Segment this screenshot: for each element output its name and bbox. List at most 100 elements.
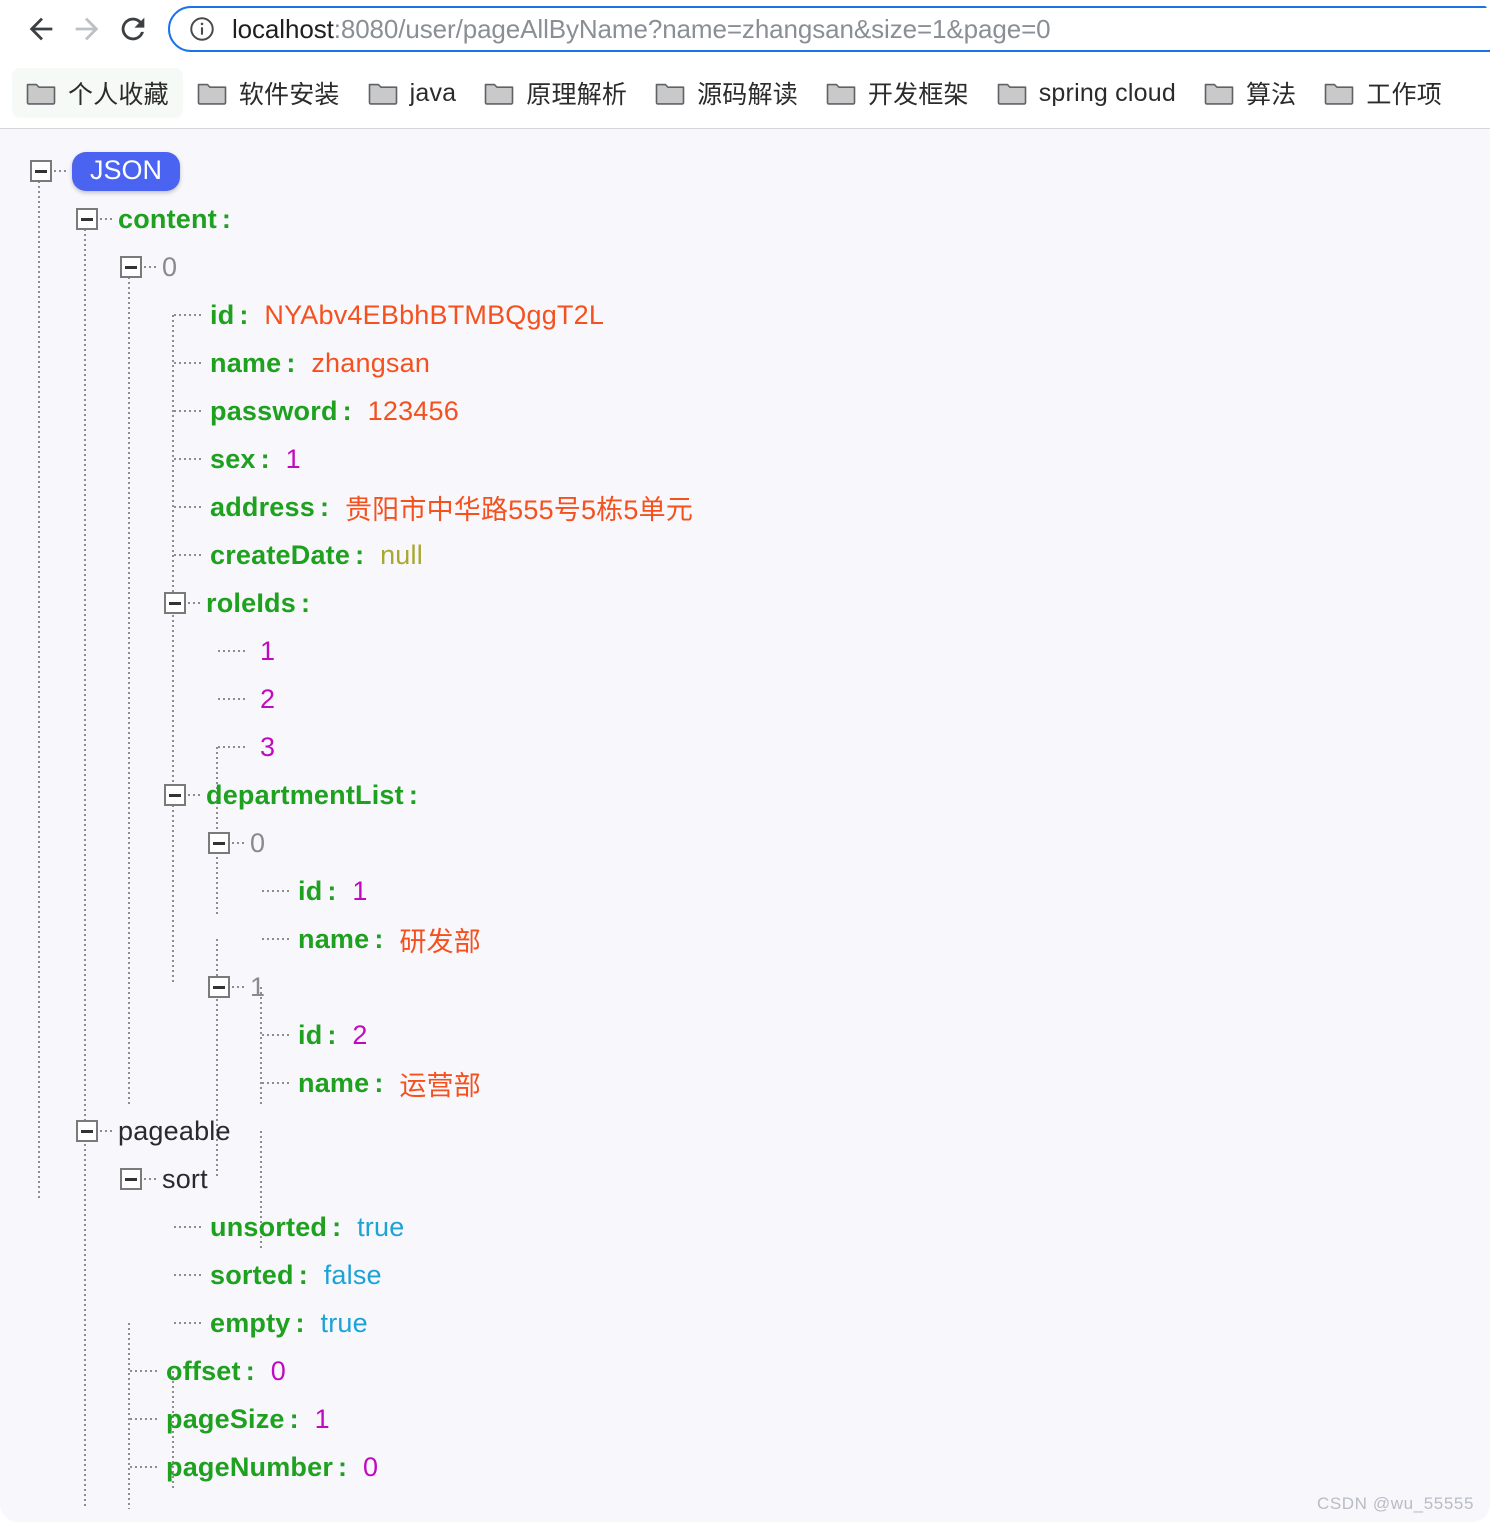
json-value-number: 2	[260, 684, 275, 715]
bookmark-item-6[interactable]: spring cloud	[983, 72, 1190, 115]
tree-row-department-0-name: name: 研发部	[0, 915, 1490, 963]
tree-row-name: name: zhangsan	[0, 339, 1490, 387]
json-value-boolean: true	[357, 1212, 404, 1243]
folder-icon	[197, 80, 227, 106]
tree-connector	[218, 698, 248, 700]
bookmark-item-7[interactable]: 算法	[1190, 68, 1310, 118]
json-value-null: null	[380, 540, 423, 571]
tree-row-departmentlist[interactable]: departmentList:	[0, 771, 1490, 819]
forward-button[interactable]	[64, 6, 110, 52]
json-value-number: 0	[363, 1452, 378, 1483]
json-value-string: 贵阳市中华路555号5栋5单元	[345, 488, 693, 527]
browser-window: localhost:8080/user/pageAllByName?name=z…	[0, 0, 1490, 1522]
tree-row-empty: empty: true	[0, 1299, 1490, 1347]
json-key: pageSize	[166, 1404, 285, 1435]
json-value-string: 123456	[368, 396, 459, 427]
key-colon: :	[290, 1404, 299, 1435]
json-key: sex	[210, 444, 256, 475]
bookmark-item-0[interactable]: 个人收藏	[12, 68, 183, 118]
collapse-toggle-root[interactable]	[30, 160, 52, 182]
folder-icon	[368, 80, 398, 106]
json-key: name	[210, 348, 281, 379]
json-key: id	[298, 876, 322, 907]
tree-connector	[144, 266, 158, 268]
tree-connector	[218, 746, 248, 748]
json-value-boolean: true	[321, 1308, 368, 1339]
back-arrow-icon	[24, 12, 58, 46]
collapse-toggle-sort[interactable]	[120, 1168, 142, 1190]
collapse-toggle-departmentlist[interactable]	[164, 784, 186, 806]
address-bar[interactable]: localhost:8080/user/pageAllByName?name=z…	[168, 6, 1490, 52]
tree-row-roleids[interactable]: roleIds:	[0, 579, 1490, 627]
json-value-number: 3	[260, 732, 275, 763]
bookmarks-bar: 个人收藏 软件安装 java 原理解析 源码解读	[0, 58, 1490, 128]
reload-button[interactable]	[110, 6, 156, 52]
site-info-icon[interactable]	[188, 15, 216, 43]
json-value-string: 运营部	[399, 1064, 481, 1103]
json-value-number: 1	[352, 876, 367, 907]
key-colon: :	[327, 876, 336, 907]
tree-row-sort[interactable]: sort	[0, 1155, 1490, 1203]
bookmark-label: 个人收藏	[68, 75, 169, 111]
tree-row-department-0[interactable]: 0	[0, 819, 1490, 867]
bookmark-item-5[interactable]: 开发框架	[812, 68, 983, 118]
json-key: pageNumber	[166, 1452, 333, 1483]
tree-connector	[174, 410, 204, 412]
tree-row-offset: offset: 0	[0, 1347, 1490, 1395]
json-root-badge: JSON	[72, 152, 180, 191]
bookmark-item-2[interactable]: java	[354, 72, 471, 115]
bookmark-label: java	[410, 79, 457, 108]
bookmark-item-1[interactable]: 软件安装	[183, 68, 354, 118]
bookmark-label: 源码解读	[697, 75, 798, 111]
json-key: empty	[210, 1308, 291, 1339]
json-key: sort	[162, 1164, 208, 1195]
folder-icon	[26, 80, 56, 106]
key-colon: :	[320, 492, 329, 523]
tree-connector	[100, 1130, 114, 1132]
tree-connector	[54, 170, 68, 172]
tree-connector	[174, 1226, 204, 1228]
bookmark-label: spring cloud	[1039, 79, 1176, 108]
tree-connector	[144, 1178, 158, 1180]
key-colon: :	[301, 588, 310, 619]
tree-connector	[174, 362, 204, 364]
collapse-toggle-content[interactable]	[76, 208, 98, 230]
collapse-toggle-department-0[interactable]	[208, 832, 230, 854]
address-bar-text: localhost:8080/user/pageAllByName?name=z…	[232, 14, 1051, 45]
bookmark-label: 软件安装	[239, 75, 340, 111]
tree-row-department-1[interactable]: 1	[0, 963, 1490, 1011]
tree-row-root[interactable]: JSON	[0, 147, 1490, 195]
key-colon: :	[261, 444, 270, 475]
collapse-toggle-content-0[interactable]	[120, 256, 142, 278]
tree-row-pageable[interactable]: pageable	[0, 1107, 1490, 1155]
back-button[interactable]	[18, 6, 64, 52]
array-index: 0	[250, 828, 265, 859]
tree-row-content-0[interactable]: 0	[0, 243, 1490, 291]
bookmark-label: 算法	[1246, 75, 1296, 111]
bookmark-item-4[interactable]: 源码解读	[641, 68, 812, 118]
collapse-toggle-pageable[interactable]	[76, 1120, 98, 1142]
tree-row-sorted: sorted: false	[0, 1251, 1490, 1299]
tree-connector	[218, 650, 248, 652]
bookmark-item-8[interactable]: 工作项	[1310, 68, 1456, 118]
key-colon: :	[332, 1212, 341, 1243]
json-value-number: 2	[352, 1020, 367, 1051]
folder-icon	[655, 80, 685, 106]
folder-icon	[1204, 80, 1234, 106]
tree-row-content[interactable]: content:	[0, 195, 1490, 243]
collapse-toggle-roleids[interactable]	[164, 592, 186, 614]
key-colon: :	[299, 1260, 308, 1291]
folder-icon	[484, 80, 514, 106]
tree-row-address: address: 贵阳市中华路555号5栋5单元	[0, 483, 1490, 531]
tree-connector	[262, 890, 292, 892]
bookmark-item-3[interactable]: 原理解析	[470, 68, 641, 118]
url-host: localhost	[232, 14, 334, 44]
json-key: name	[298, 1068, 369, 1099]
json-key: content	[118, 204, 217, 235]
collapse-toggle-department-1[interactable]	[208, 976, 230, 998]
json-key: address	[210, 492, 315, 523]
json-value-number: 1	[315, 1404, 330, 1435]
tree-row-sex: sex: 1	[0, 435, 1490, 483]
tree-connector	[130, 1370, 160, 1372]
key-colon: :	[355, 540, 364, 571]
